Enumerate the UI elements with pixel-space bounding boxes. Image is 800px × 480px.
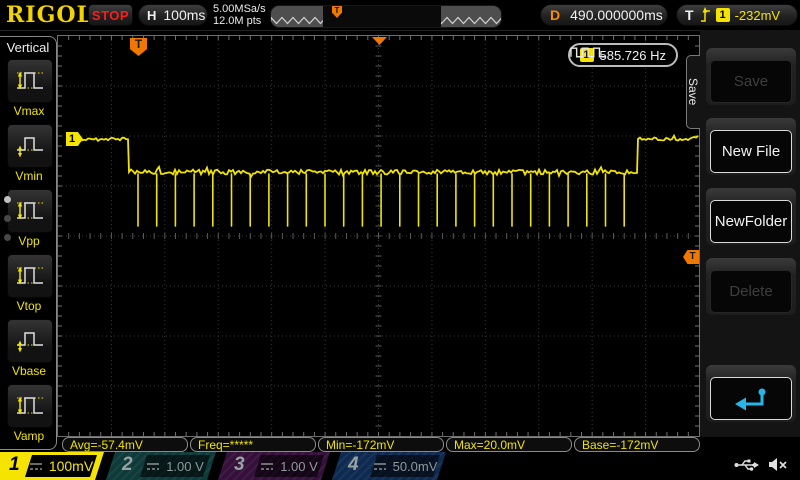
menu-tab-title: Save (686, 55, 700, 129)
vmin-icon (17, 137, 43, 158)
oscilloscope-screen: RIGOL STOP H 100ms 5.00MSa/s 12.0M pts T… (0, 0, 800, 480)
vtop-icon (17, 266, 43, 285)
t-label: T (685, 7, 694, 23)
vamp-label: Vamp (13, 429, 45, 443)
delete-button[interactable]: Delete (710, 270, 792, 313)
channel4-number: 4 (348, 454, 359, 475)
sidebar-item-vpp[interactable]: Vpp (7, 189, 53, 248)
measurement-freq: Freq=***** (190, 437, 316, 452)
trigger-level-value: -232mV (734, 7, 781, 23)
run-state-label: STOP (91, 7, 130, 23)
measurement-avg: Avg=-57.4mV (62, 437, 188, 452)
vamp-button[interactable] (7, 384, 53, 428)
vpp-icon (17, 201, 43, 220)
vertical-measure-menu: Vertical Vmax Vmin Vpp Vtop Vbase Vamp (0, 36, 57, 450)
vmax-icon (17, 71, 43, 90)
horizontal-timebase-box[interactable]: H 100ms (138, 4, 208, 26)
save-menu-panel: Save Save New File NewFolder Delete (686, 30, 800, 437)
menu-slot-1[interactable]: Save (706, 48, 796, 105)
sidebar-item-vamp[interactable]: Vamp (7, 384, 53, 443)
return-arrow-icon (735, 388, 766, 410)
vamp-icon (17, 396, 43, 415)
measurement-max: Max=20.0mV (446, 437, 572, 452)
menu-slot-4[interactable]: Delete (706, 258, 796, 315)
sidebar-item-vtop[interactable]: Vtop (7, 254, 53, 313)
trigger-delay-box[interactable]: D 490.000000ms (540, 4, 668, 26)
vmin-label: Vmin (15, 169, 43, 183)
channel4-scale: 50.0mV (392, 458, 438, 474)
channel2-scale: 1.00 V (166, 458, 204, 474)
channel1-status[interactable]: 1 100mV (0, 452, 104, 480)
dc-coupling-icon (29, 462, 43, 471)
channel2-status[interactable]: 2 1.00 V (106, 452, 216, 480)
channel3-status[interactable]: 3 1.00 V (218, 452, 330, 480)
trigger-source-badge: 1 (715, 8, 730, 22)
sidebar-title: Vertical (6, 40, 50, 55)
channel1-number: 1 (9, 454, 20, 475)
acquisition-info: 5.00MSa/s 12.0M pts (213, 3, 266, 27)
vtop-label: Vtop (16, 299, 42, 313)
back-button[interactable] (710, 377, 792, 420)
sidebar-item-vbase[interactable]: Vbase (7, 319, 53, 378)
channel3-scale: 1.00 V (280, 458, 318, 474)
top-status-bar: RIGOL STOP H 100ms 5.00MSa/s 12.0M pts T… (0, 0, 800, 31)
channel3-number: 3 (234, 454, 245, 475)
usb-icon (734, 459, 759, 471)
sidebar-item-vmax[interactable]: Vmax (7, 59, 53, 118)
vbase-label: Vbase (11, 364, 47, 378)
counter-value: 585.726 Hz (599, 47, 667, 63)
waveform-preview-bar[interactable]: T (270, 5, 502, 28)
vmin-button[interactable] (7, 124, 53, 168)
channel1-waveform (79, 133, 699, 227)
menu-page-dots (4, 196, 11, 253)
measurement-base: Base=-172mV (574, 437, 700, 452)
vbase-button[interactable] (7, 319, 53, 363)
frequency-counter: 1 585.726 Hz (567, 43, 678, 67)
vpp-button[interactable] (7, 189, 53, 233)
vpp-label: Vpp (18, 234, 40, 248)
menu-slot-3[interactable]: NewFolder (706, 188, 796, 245)
vbase-icon (17, 332, 43, 353)
channel-status-bar: 1 100mV 2 1.00 V 3 1.00 V 4 50.0mV (0, 452, 800, 480)
vmax-button[interactable] (7, 59, 53, 103)
square-wave-icon (569, 47, 605, 58)
menu-slot-back[interactable] (706, 365, 796, 422)
dc-coupling-icon (260, 462, 274, 471)
save-button[interactable]: Save (710, 60, 792, 103)
channel2-number: 2 (122, 454, 133, 475)
memory-depth: 12.0M pts (213, 15, 262, 27)
run-state-indicator[interactable]: STOP (88, 4, 133, 26)
rising-edge-icon (700, 7, 710, 22)
dc-coupling-icon (146, 462, 160, 471)
channel4-status[interactable]: 4 50.0mV (332, 452, 446, 480)
menu-slot-2[interactable]: New File (706, 118, 796, 175)
sample-rate: 5.00MSa/s (213, 3, 266, 15)
system-status-icons (734, 456, 788, 473)
d-label: D (550, 7, 561, 23)
new-file-button[interactable]: New File (710, 130, 792, 173)
brand-logo: RIGOL (6, 2, 93, 28)
new-folder-button[interactable]: NewFolder (710, 200, 792, 243)
vmax-label: Vmax (13, 104, 45, 118)
channel1-scale: 100mV (48, 458, 94, 474)
graticule-display: 1 T T 1 585.726 Hz (57, 35, 700, 437)
dc-coupling-icon (373, 462, 387, 471)
sidebar-item-vmin[interactable]: Vmin (7, 124, 53, 183)
trigger-info-box[interactable]: T 1 -232mV (676, 4, 798, 26)
h-label: H (147, 7, 157, 23)
timebase-value: 100ms (163, 7, 206, 23)
measurement-min: Min=-172mV (318, 437, 444, 452)
speaker-muted-icon (769, 458, 787, 471)
vtop-button[interactable] (7, 254, 53, 298)
trigger-delay-value: 490.000000ms (570, 7, 663, 23)
